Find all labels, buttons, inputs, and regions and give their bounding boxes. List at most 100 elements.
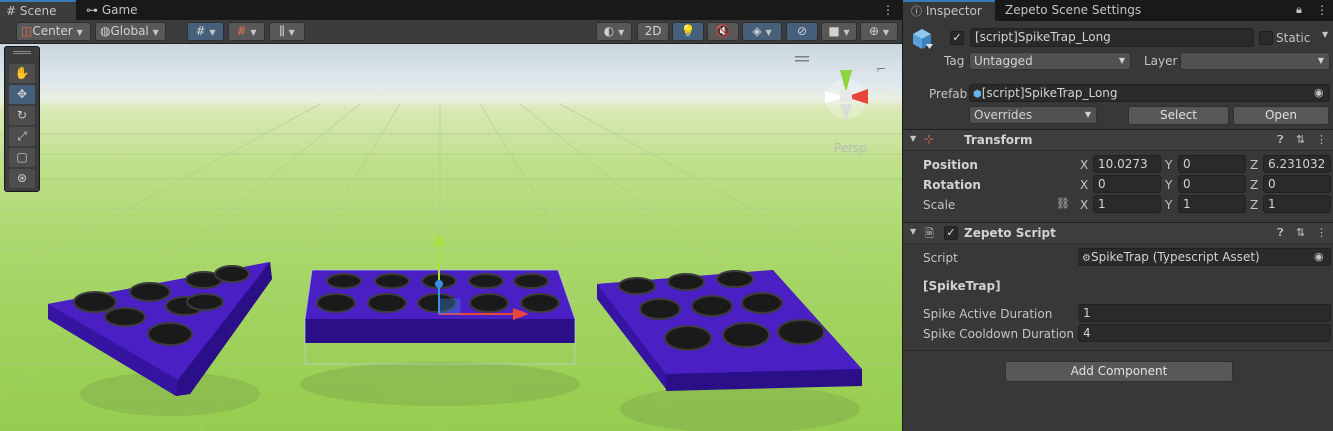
gizmo-lock-icon[interactable]: ⌐ xyxy=(876,62,886,76)
help-icon[interactable]: ❓︎ xyxy=(1277,226,1284,240)
axis-y-label[interactable]: Y xyxy=(1165,158,1172,172)
rotate-tool[interactable]: ↻ xyxy=(9,106,35,125)
space-mode-dropdown[interactable]: ◍Global ▼ xyxy=(95,22,166,41)
section-divider xyxy=(903,350,1333,351)
axis-z-label[interactable]: Z xyxy=(1250,198,1258,212)
inspector-panel: ⓘ Inspector Zepeto Scene Settings 🔒︎ ⋮ ✓… xyxy=(903,0,1333,431)
scale-tool[interactable]: ⤢ xyxy=(9,127,35,146)
camera-settings-dropdown[interactable]: ■ ▼ xyxy=(821,22,857,41)
tag-dropdown[interactable]: Untagged ▼ xyxy=(969,52,1131,70)
spike-cooldown-duration-field[interactable]: 4 xyxy=(1078,324,1331,342)
layer-label: Layer xyxy=(1144,54,1178,68)
tab-inspector[interactable]: ⓘ Inspector xyxy=(903,0,995,21)
palette-grip-icon[interactable] xyxy=(13,51,31,54)
tab-game[interactable]: ⊶ Game xyxy=(80,0,150,20)
presets-icon[interactable]: ⇅ xyxy=(1296,133,1305,146)
grid-visibility-button[interactable]: ⫼ ▼ xyxy=(269,22,305,41)
overrides-dropdown[interactable]: Overrides ▼ xyxy=(969,106,1097,124)
script-enabled-checkbox[interactable]: ✓ xyxy=(944,226,958,240)
object-picker-icon[interactable]: ◉ xyxy=(1314,250,1324,263)
grid-icon: # xyxy=(6,4,17,18)
position-x-field[interactable]: 10.0273 xyxy=(1093,155,1161,173)
mode-2d-toggle[interactable]: 2D xyxy=(637,22,669,41)
spike-trap-right[interactable] xyxy=(597,270,862,391)
zepeto-script-title: Zepeto Script xyxy=(964,226,1056,240)
tab-scene[interactable]: # Scene xyxy=(0,0,76,20)
constrain-proportions-icon[interactable]: ⛓︎ xyxy=(1056,197,1070,210)
lighting-toggle[interactable]: 💡 xyxy=(672,22,704,41)
axis-y-label[interactable]: Y xyxy=(1165,178,1172,192)
prefab-cube-icon: ⬢ xyxy=(973,89,982,100)
lock-icon[interactable]: 🔒︎ xyxy=(1296,3,1302,17)
spike-trap-left[interactable] xyxy=(48,262,272,396)
chevron-down-icon: ▼ xyxy=(76,28,83,37)
axis-z-label[interactable]: Z xyxy=(1250,158,1258,172)
rotation-x-field[interactable]: 0 xyxy=(1093,175,1161,193)
spike-active-duration-label[interactable]: Spike Active Duration xyxy=(923,307,1052,321)
rotation-label[interactable]: Rotation xyxy=(923,178,981,192)
position-z-field[interactable]: 6.231032 xyxy=(1263,155,1331,173)
transform-icon: ⊹ xyxy=(924,132,935,146)
foldout-arrow-icon[interactable]: ▼ xyxy=(910,134,916,143)
more-options-icon[interactable]: ⋮ xyxy=(1316,3,1328,17)
presets-icon[interactable]: ⇅ xyxy=(1296,226,1305,239)
gizmos-dropdown[interactable]: ⊕ ▼ xyxy=(860,22,898,41)
move-tool[interactable]: ✥ xyxy=(9,85,35,104)
axis-z-label[interactable]: Z xyxy=(1250,178,1258,192)
object-picker-icon[interactable]: ◉ xyxy=(1314,86,1324,99)
scene-viewport[interactable]: Persp ⌐ xyxy=(0,44,902,431)
eye-slash-icon: ⊘ xyxy=(796,24,808,38)
pivot-mode-dropdown[interactable]: ◫Center ▼ xyxy=(16,22,91,41)
position-label[interactable]: Position xyxy=(923,158,978,172)
perspective-label[interactable]: Persp xyxy=(834,141,867,155)
scale-x-field[interactable]: 1 xyxy=(1093,195,1161,213)
scale-z-field[interactable]: 1 xyxy=(1263,195,1331,213)
tab-zepeto-scene-settings[interactable]: Zepeto Scene Settings xyxy=(1005,0,1165,21)
more-options-icon[interactable]: ⋮ xyxy=(1316,226,1327,239)
active-checkbox[interactable]: ✓ xyxy=(950,31,964,45)
position-y-field[interactable]: 0 xyxy=(1178,155,1246,173)
spike-active-duration-field[interactable]: 1 xyxy=(1078,304,1331,322)
axis-x-label[interactable]: X xyxy=(1080,158,1088,172)
add-component-button[interactable]: Add Component xyxy=(1005,361,1233,382)
orientation-gizmo[interactable] xyxy=(825,70,868,122)
select-button[interactable]: Select xyxy=(1128,106,1229,125)
axis-x-label[interactable]: X xyxy=(1080,198,1088,212)
static-checkbox[interactable] xyxy=(1259,31,1273,45)
open-button[interactable]: Open xyxy=(1233,106,1329,125)
rotation-z-field[interactable]: 0 xyxy=(1263,175,1331,193)
object-name-field[interactable]: [script]SpikeTrap_Long xyxy=(970,28,1254,47)
scene-tab-bar: # Scene ⊶ Game ⋮ xyxy=(0,0,902,20)
scale-label[interactable]: Scale xyxy=(923,198,955,212)
script-file-icon: 🗎︎ xyxy=(925,227,934,240)
transform-header[interactable]: ▼ ⊹ Transform ❓︎ ⇅ ⋮ xyxy=(903,129,1333,151)
gizmo-menu-icon[interactable] xyxy=(795,56,809,62)
more-options-icon[interactable]: ⋮ xyxy=(882,3,894,17)
rotation-y-field[interactable]: 0 xyxy=(1178,175,1246,193)
more-options-icon[interactable]: ⋮ xyxy=(1316,133,1327,146)
static-label: Static xyxy=(1276,31,1311,45)
effects-dropdown[interactable]: ◈ ▼ xyxy=(742,22,782,41)
help-icon[interactable]: ❓︎ xyxy=(1277,133,1284,147)
foldout-arrow-icon[interactable]: ▼ xyxy=(910,227,916,236)
hidden-objects-toggle[interactable]: ⊘ xyxy=(786,22,818,41)
draw-mode-dropdown[interactable]: ◐ ▼ xyxy=(596,22,632,41)
rect-tool[interactable]: ▢ xyxy=(9,148,35,167)
spike-cooldown-duration-label[interactable]: Spike Cooldown Duration xyxy=(923,327,1074,341)
audio-toggle[interactable]: 🔇 xyxy=(707,22,739,41)
axis-x-label[interactable]: X xyxy=(1080,178,1088,192)
axis-y-label[interactable]: Y xyxy=(1165,198,1172,212)
scene-view-panel: # Scene ⊶ Game ⋮ ◫Center ▼ ◍Global ▼ # ▼… xyxy=(0,0,902,431)
scale-y-field[interactable]: 1 xyxy=(1178,195,1246,213)
zepeto-script-header[interactable]: ▼ 🗎︎ ✓ Zepeto Script ❓︎ ⇅ ⋮ xyxy=(903,222,1333,244)
chevron-down-icon[interactable]: ▼ xyxy=(1322,30,1328,39)
snap-increment-icon: # xyxy=(236,24,247,38)
script-field[interactable]: ⚙︎SpikeTrap (Typescript Asset) xyxy=(1078,248,1331,266)
prefab-field[interactable]: ⬢[script]SpikeTrap_Long xyxy=(969,84,1330,102)
snap-increment-button[interactable]: # ▼ xyxy=(228,22,265,41)
grid-snap-toggle[interactable]: # ▼ xyxy=(187,22,224,41)
transform-tool[interactable]: ⊛ xyxy=(9,169,35,188)
pivot-icon: ◫ xyxy=(21,24,33,38)
layer-dropdown[interactable]: ▼ xyxy=(1180,52,1330,70)
hand-tool[interactable]: ✋ xyxy=(9,64,35,83)
